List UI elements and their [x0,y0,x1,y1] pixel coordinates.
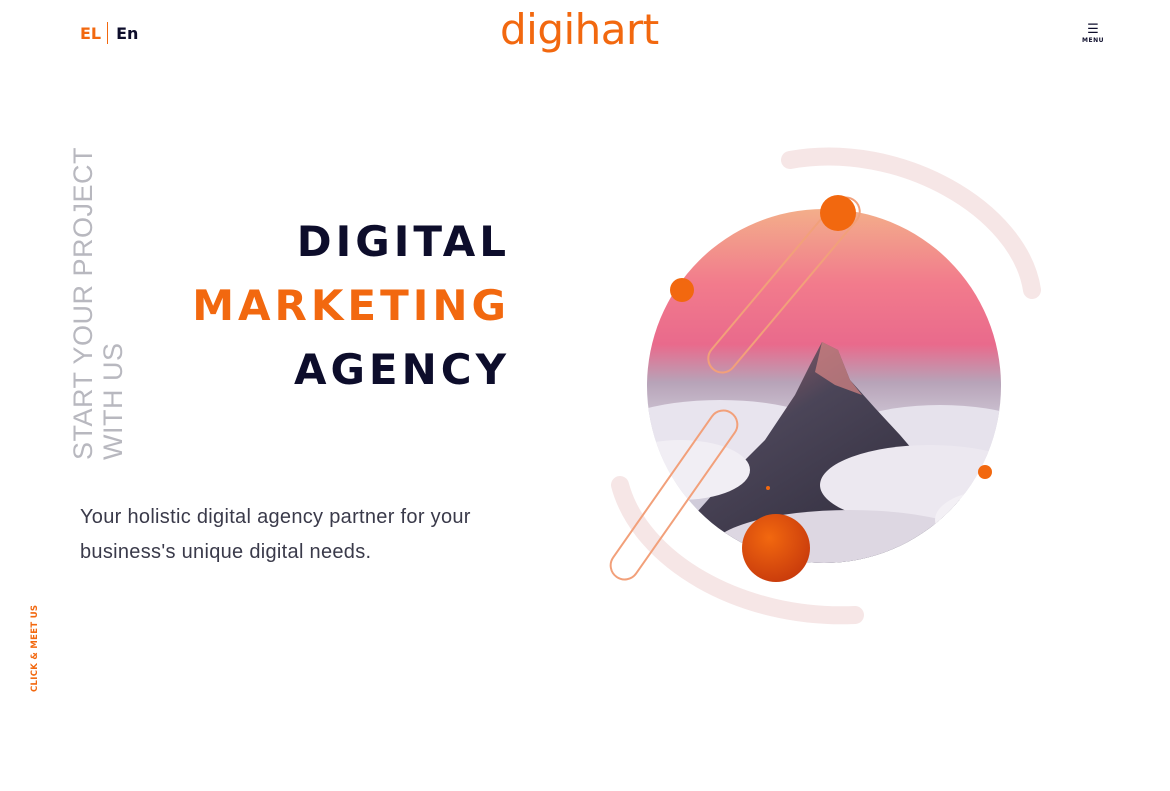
headline-line-agency: AGENCY [293,345,510,394]
lang-divider [107,22,109,44]
hero-headline: DIGITAL MARKETING AGENCY [150,210,510,402]
hamburger-icon: ☰ [1087,22,1099,37]
language-switcher: EL En [80,22,138,44]
headline-line-digital: DIGITAL [296,217,510,266]
hero-tagline: Your holistic digital agency partner for… [80,500,520,570]
hero-illustration [609,147,1041,625]
tagline-line1: Your holistic digital agency partner for… [80,506,471,528]
orange-dot-tiny [766,486,770,490]
svg-text:digihart: digihart [500,6,659,54]
menu-label: MENU [1082,37,1104,44]
menu-button[interactable]: ☰ MENU [1078,22,1108,48]
lang-el-link[interactable]: EL [80,24,101,43]
orange-dot-right [978,465,992,479]
click-meet-us-link[interactable]: CLICK & MEET US [30,605,40,692]
start-project-line2: WITH US [98,342,128,461]
start-project-line1: START YOUR PROJECT [68,146,98,460]
digihart-logo[interactable]: digihart [500,6,675,58]
tagline-line2: business's unique digital needs. [80,541,372,563]
orange-dot-left [670,278,694,302]
lang-en-link[interactable]: En [116,24,138,43]
start-project-vertical-text: START YOUR PROJECT WITH US [68,146,148,461]
orange-ball-large [742,514,810,582]
click-meet-us-container: CLICK & MEET US [30,600,46,695]
headline-line-marketing: MARKETING [192,281,510,330]
orange-dot-top [820,195,856,231]
